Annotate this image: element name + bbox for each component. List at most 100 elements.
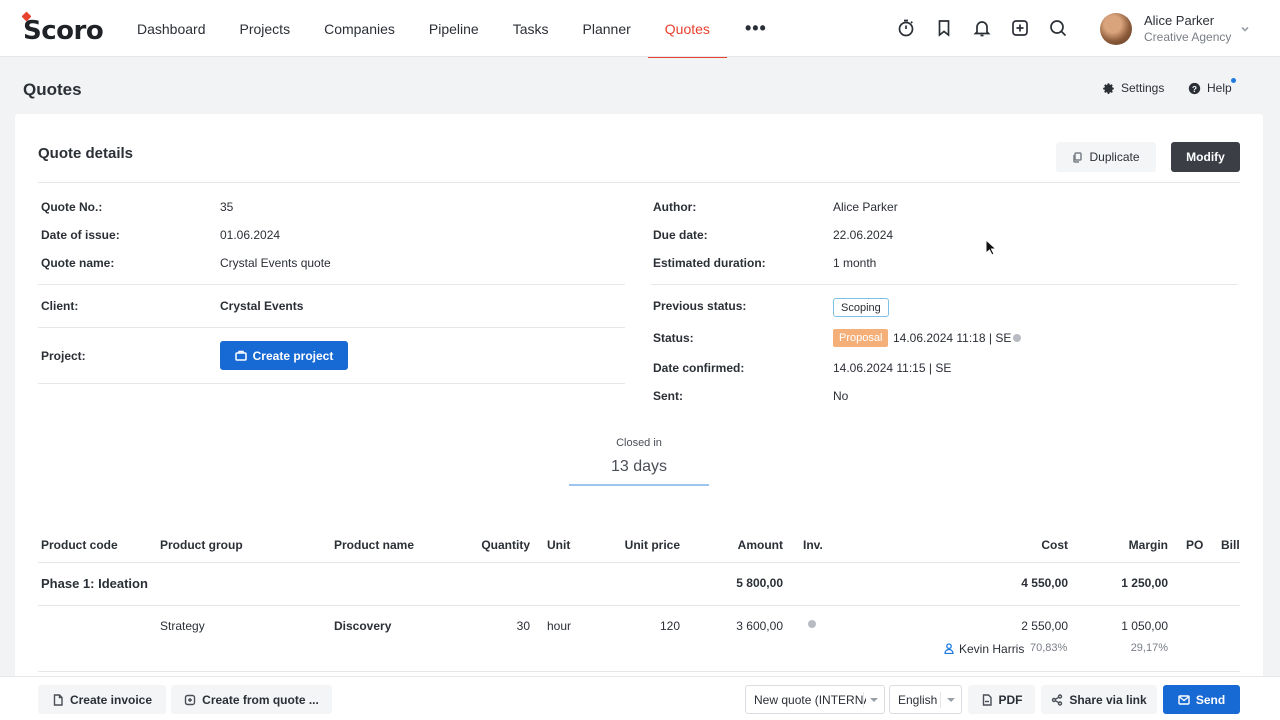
duplicate-button[interactable]: Duplicate xyxy=(1056,142,1156,172)
timer-icon[interactable] xyxy=(896,17,916,39)
previous-status-badge: Scoping xyxy=(833,298,889,317)
nav-quotes[interactable]: Quotes xyxy=(647,0,728,58)
create-project-button[interactable]: Create project xyxy=(220,341,348,370)
duration-value: 1 month xyxy=(833,256,877,270)
select-separator xyxy=(940,692,941,708)
row-margin: 1 050,00 xyxy=(1121,619,1168,633)
client-label: Client: xyxy=(41,299,79,313)
row-margin-percent: 29,17% xyxy=(1130,642,1168,654)
language-select[interactable]: English xyxy=(889,685,962,714)
nav-planner[interactable]: Planner xyxy=(566,0,648,57)
user-name: Alice Parker xyxy=(1144,13,1215,28)
share-link-label: Share via link xyxy=(1069,692,1147,707)
divider xyxy=(38,562,1240,563)
share-link-button[interactable]: Share via link xyxy=(1041,685,1157,714)
th-product-group: Product group xyxy=(160,538,243,552)
quote-no-value: 35 xyxy=(220,200,234,214)
th-po: PO xyxy=(1186,538,1204,552)
avatar xyxy=(1100,13,1132,45)
bell-icon[interactable] xyxy=(972,17,992,39)
add-square-icon[interactable] xyxy=(1010,17,1030,39)
share-icon xyxy=(1052,693,1063,706)
notification-dot xyxy=(1231,78,1236,83)
row-person: Kevin Harris xyxy=(959,642,1025,656)
pdf-button[interactable]: PDF xyxy=(968,685,1035,714)
due-date-label: Due date: xyxy=(653,228,708,242)
closed-in-bar xyxy=(569,484,709,486)
user-menu[interactable]: Alice Parker Creative Agency xyxy=(1100,10,1260,48)
date-confirmed-value: 14.06.2024 11:15 | SE xyxy=(833,361,952,375)
bookmark-icon[interactable] xyxy=(934,17,954,39)
search-icon[interactable] xyxy=(1048,17,1068,39)
divider xyxy=(38,327,625,328)
nav-more-icon[interactable]: ••• xyxy=(727,0,785,57)
duration-label: Estimated duration: xyxy=(653,256,766,270)
settings-label: Settings xyxy=(1121,81,1165,95)
nav-projects[interactable]: Projects xyxy=(223,0,308,57)
previous-status-label: Previous status: xyxy=(653,299,747,313)
row-cost: 2 550,00 xyxy=(1021,619,1068,633)
row-group: Strategy xyxy=(160,619,205,633)
divider xyxy=(38,284,625,285)
create-invoice-button[interactable]: Create invoice xyxy=(38,685,166,714)
date-issue-value: 01.06.2024 xyxy=(220,228,281,242)
row-amount: 3 600,00 xyxy=(736,619,783,633)
nav-dashboard[interactable]: Dashboard xyxy=(120,0,223,57)
person-icon xyxy=(944,643,954,655)
nav-pipeline[interactable]: Pipeline xyxy=(412,0,496,57)
select-separator xyxy=(863,692,864,708)
invoice-status-dot xyxy=(808,620,816,628)
scoro-logo[interactable]: Scoro xyxy=(21,11,104,46)
help-link[interactable]: ? Help xyxy=(1188,81,1232,95)
status-badge[interactable]: Proposal xyxy=(833,329,889,347)
status-meta: 14.06.2024 11:18 | SE xyxy=(893,331,1012,345)
help-icon: ? xyxy=(1188,82,1201,94)
due-date-value: 22.06.2024 xyxy=(833,228,894,242)
row-qty: 30 xyxy=(516,619,530,633)
mouse-cursor-icon xyxy=(985,239,997,256)
sent-value: No xyxy=(833,389,849,403)
th-margin: Margin xyxy=(1128,538,1168,552)
top-navigation-bar: Scoro Dashboard Projects Companies Pipel… xyxy=(0,0,1280,58)
th-product-name: Product name xyxy=(334,538,415,552)
user-info: Alice Parker Creative Agency xyxy=(1144,13,1231,45)
sent-label: Sent: xyxy=(653,389,683,403)
language-select-value: English xyxy=(898,692,938,707)
th-unit-price: Unit price xyxy=(624,538,680,552)
divider xyxy=(651,284,1238,285)
pdf-label: PDF xyxy=(998,692,1023,707)
row-name[interactable]: Discovery xyxy=(334,619,391,633)
mail-icon xyxy=(1178,694,1190,705)
th-bill: Bill xyxy=(1221,538,1240,552)
phase-margin: 1 250,00 xyxy=(1121,576,1168,590)
modify-button[interactable]: Modify xyxy=(1171,142,1240,172)
author-value: Alice Parker xyxy=(833,200,898,214)
divider xyxy=(38,383,625,384)
invoice-icon xyxy=(53,693,63,706)
th-amount: Amount xyxy=(737,538,783,552)
nav-tasks[interactable]: Tasks xyxy=(496,0,566,57)
th-quantity: Quantity xyxy=(481,538,530,552)
closed-in-value: 13 days xyxy=(610,458,668,475)
nav-companies[interactable]: Companies xyxy=(307,0,412,57)
help-label: Help xyxy=(1207,81,1232,95)
project-label: Project: xyxy=(41,349,86,363)
th-cost: Cost xyxy=(1041,538,1068,552)
quote-name-value: Crystal Events quote xyxy=(220,256,331,270)
copy-icon xyxy=(1073,151,1083,163)
settings-link[interactable]: Settings xyxy=(1102,81,1164,95)
th-inv: Inv. xyxy=(803,538,823,552)
create-invoice-label: Create invoice xyxy=(69,692,153,707)
client-value[interactable]: Crystal Events xyxy=(220,299,303,313)
main-nav: Dashboard Projects Companies Pipeline Ta… xyxy=(120,0,785,58)
closed-in-label: Closed in xyxy=(616,437,662,449)
user-org: Creative Agency xyxy=(1144,30,1232,44)
divider xyxy=(38,182,1240,183)
phase-amount: 5 800,00 xyxy=(736,576,783,590)
template-select[interactable]: New quote (INTERNAL) xyxy=(745,685,885,714)
send-button[interactable]: Send xyxy=(1163,685,1240,714)
quote-no-label: Quote No.: xyxy=(41,200,103,214)
date-issue-label: Date of issue: xyxy=(41,228,120,242)
divider xyxy=(38,671,1240,672)
create-from-quote-button[interactable]: Create from quote ... xyxy=(171,685,332,714)
